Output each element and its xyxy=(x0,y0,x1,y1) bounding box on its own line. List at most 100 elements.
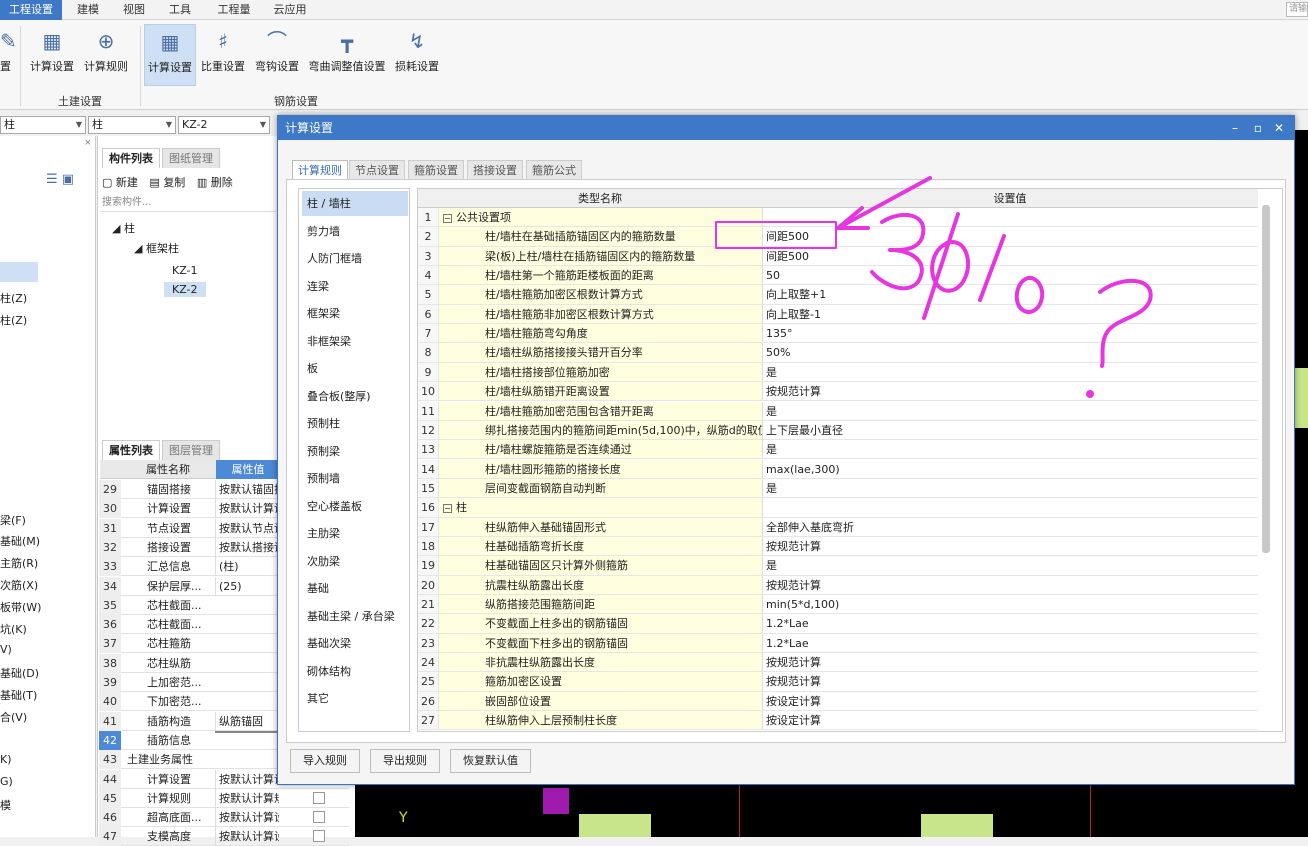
tab-stirrup-settings[interactable]: 箍筋设置 xyxy=(408,160,464,180)
settings-row[interactable]: 10 柱/墙柱纵筋错开距离设置 按规范计算 xyxy=(418,382,1258,402)
settings-row[interactable]: 16− 柱 xyxy=(418,498,1258,518)
left-nav-item[interactable]: 模 xyxy=(0,797,11,813)
settings-row[interactable]: 3 梁(板)上柱/墙柱在插筋锚固区内的箍筋数量 间距500 xyxy=(418,246,1258,266)
left-nav-item[interactable]: V) xyxy=(0,643,12,656)
category-item[interactable]: 基础 xyxy=(302,576,408,601)
menu-quantities[interactable]: 工程量 xyxy=(210,0,258,20)
menu-modeling[interactable]: 建模 xyxy=(70,0,106,20)
settings-row[interactable]: 20 抗震柱纵筋露出长度 按规范计算 xyxy=(418,575,1258,595)
category-item[interactable]: 连梁 xyxy=(302,274,408,299)
left-nav-item[interactable]: 梁(F) xyxy=(0,512,26,528)
property-value[interactable]: 按默认计算设置 xyxy=(215,808,279,828)
settings-row[interactable]: 1− 公共设置项 xyxy=(418,208,1258,228)
loss-settings-button[interactable]: ↯ 损耗设置 xyxy=(392,24,442,86)
property-checkbox[interactable] xyxy=(313,811,325,824)
setting-value[interactable]: 向上取整-1 xyxy=(762,304,1258,324)
setting-value[interactable]: 是 xyxy=(762,401,1258,420)
setting-value[interactable]: 按设定计算 xyxy=(762,691,1258,711)
left-nav-item[interactable]: 合(V) xyxy=(0,709,27,725)
hook-settings-button[interactable]: ⌒ 弯钩设置 xyxy=(252,24,302,86)
tab-layer-management[interactable]: 图层管理 xyxy=(162,440,220,460)
settings-row[interactable]: 23 不变截面下柱多出的钢筋锚固 1.2*Lae xyxy=(418,633,1258,653)
left-nav-item[interactable]: G) xyxy=(0,775,13,788)
property-value[interactable]: 按默认计算规则 xyxy=(215,788,279,808)
minimize-icon[interactable]: – xyxy=(1232,116,1238,140)
category-item[interactable]: 砌体结构 xyxy=(302,659,408,684)
import-rules-button[interactable]: 导入规则 xyxy=(290,749,360,773)
settings-row[interactable]: 12 绑扎搭接范围内的箍筋间距min(5d,100)中，纵筋d的取值 上下层最小直径 xyxy=(418,420,1258,441)
settings-row[interactable]: 11 柱/墙柱箍筋加密范围包含错开距离是 xyxy=(418,401,1258,421)
grid-scrollbar[interactable] xyxy=(1262,205,1270,553)
search-input[interactable]: 请输 xyxy=(1286,2,1308,17)
setting-value[interactable]: 1.2*Lae xyxy=(762,614,1258,633)
setting-value[interactable]: 全部伸入基底弯折 xyxy=(762,517,1258,536)
bend-adjust-button[interactable]: ┳ 弯曲调整值设置 xyxy=(306,24,388,86)
tab-property-list[interactable]: 属性列表 xyxy=(102,440,160,460)
settings-row[interactable]: 2 柱/墙柱在基础插筋锚固区内的箍筋数量 间距500 xyxy=(418,227,1258,247)
left-nav-item[interactable]: 基础(D) xyxy=(0,665,39,681)
property-value[interactable]: (25) xyxy=(215,576,279,596)
left-nav-item[interactable]: 坑(K) xyxy=(0,621,27,637)
property-value[interactable]: 按默认搭接设 xyxy=(215,537,279,557)
drawing-canvas[interactable]: Y xyxy=(355,780,1308,837)
setting-value[interactable]: max(lae,300) xyxy=(762,459,1258,478)
civil-calc-settings-button[interactable]: ▦ 计算设置 xyxy=(26,24,78,86)
tab-node-settings[interactable]: 节点设置 xyxy=(349,160,405,180)
rebar-calc-settings-button[interactable]: ▦ 计算设置 xyxy=(144,24,196,86)
settings-row[interactable]: 19 柱基础锚固区只计算外侧箍筋是 xyxy=(418,556,1258,576)
menu-tools[interactable]: 工具 xyxy=(162,0,198,20)
settings-row[interactable]: 21 纵筋搭接范围箍筋间距 min(5*d,100) xyxy=(418,595,1258,615)
left-nav-item[interactable]: K) xyxy=(0,753,12,766)
settings-row[interactable]: 27 柱纵筋伸入上层预制柱长度 按设定计算 xyxy=(418,711,1258,731)
setting-value[interactable]: 间距500 xyxy=(762,227,1258,246)
category-item[interactable]: 非框架梁 xyxy=(302,329,408,354)
restore-defaults-button[interactable]: 恢复默认值 xyxy=(450,749,531,773)
tree-group[interactable]: ◢ 框架柱 xyxy=(134,240,179,256)
left-nav-item[interactable]: 主筋(R) xyxy=(0,555,38,571)
category-item[interactable]: 预制梁 xyxy=(302,439,408,464)
left-nav-item[interactable]: 基础(M) xyxy=(0,533,40,549)
category-item[interactable]: 空心楼盖板 xyxy=(302,494,408,519)
tab-component-list[interactable]: 构件列表 xyxy=(102,148,160,168)
property-value[interactable] xyxy=(215,730,279,733)
floor-selector[interactable]: 柱 ▼ xyxy=(0,116,86,134)
setting-value[interactable]: 50 xyxy=(762,266,1258,285)
copy-button[interactable]: 复制 xyxy=(163,176,185,189)
category-item[interactable]: 其它 xyxy=(302,686,408,711)
left-nav-item[interactable]: 板带(W) xyxy=(0,599,41,615)
settings-row[interactable]: 26 嵌固部位设置 按设定计算 xyxy=(418,691,1258,712)
settings-row[interactable]: 5 柱/墙柱箍筋加密区根数计算方式 向上取整+1 xyxy=(418,285,1258,305)
setting-value[interactable]: 是 xyxy=(762,478,1258,498)
menu-view[interactable]: 视图 xyxy=(116,0,152,20)
category-item[interactable]: 预制墙 xyxy=(302,466,408,491)
category-item[interactable]: 主肋梁 xyxy=(302,521,408,546)
property-checkbox[interactable] xyxy=(313,830,325,843)
settings-row[interactable]: 7 柱/墙柱箍筋弯勾角度 135° xyxy=(418,324,1258,344)
property-checkbox[interactable] xyxy=(313,791,325,804)
setting-value[interactable]: 1.2*Lae xyxy=(762,633,1258,652)
settings-row[interactable]: 17 柱纵筋伸入基础锚固形式 全部伸入基底弯折 xyxy=(418,517,1258,537)
category-item[interactable]: 叠合板(整厚) xyxy=(302,384,408,409)
setting-value[interactable]: 向上取整+1 xyxy=(762,285,1258,304)
settings-row[interactable]: 13 柱/墙柱螺旋箍筋是否连续通过是 xyxy=(418,440,1258,460)
category-item[interactable]: 板 xyxy=(302,356,408,381)
property-value[interactable]: (柱) xyxy=(215,557,279,577)
category-item[interactable]: 框架梁 xyxy=(302,301,408,326)
setting-value[interactable]: 按规范计算 xyxy=(762,536,1258,556)
setting-value[interactable] xyxy=(762,498,1258,517)
property-row[interactable]: 46 超高底面... 按默认计算设置 xyxy=(99,808,349,828)
setting-value[interactable]: min(5*d,100) xyxy=(762,595,1258,614)
settings-row[interactable]: 14 柱/墙柱圆形箍筋的搭接长度 max(lae,300) xyxy=(418,459,1258,479)
category-item[interactable]: 预制柱 xyxy=(302,411,408,436)
menu-cloud[interactable]: 云应用 xyxy=(266,0,314,20)
property-row[interactable]: 45 计算规则 按默认计算规则 xyxy=(99,788,349,808)
left-nav-item[interactable]: 柱(Z) xyxy=(0,290,27,306)
setting-value[interactable]: 按规范计算 xyxy=(762,653,1258,672)
left-nav-item[interactable]: 次筋(X) xyxy=(0,577,38,593)
close-icon[interactable]: × xyxy=(84,138,92,148)
property-value[interactable]: 按默认节点设 xyxy=(215,518,279,538)
civil-calc-rules-button[interactable]: ⊕ 计算规则 xyxy=(80,24,132,86)
category-item[interactable]: 柱 / 墙柱 xyxy=(302,191,408,216)
new-button[interactable]: 新建 xyxy=(116,176,138,189)
collapse-icon[interactable]: − xyxy=(443,213,452,223)
